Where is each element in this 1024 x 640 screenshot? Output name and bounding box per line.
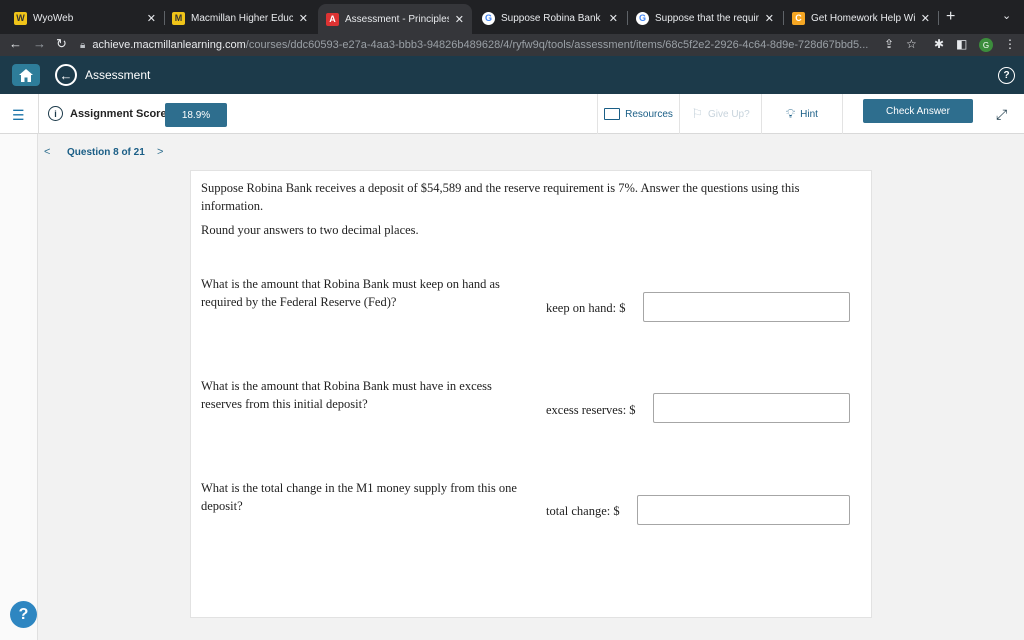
close-icon[interactable]: ✕ [921,12,930,25]
tab-title: Assessment - Principles of [345,13,449,25]
reload-icon[interactable]: ↻ [56,36,67,52]
tab-title: Suppose Robina Bank rece [501,12,603,24]
flag-icon: ⚐ [691,106,703,121]
profile-avatar[interactable]: G [979,38,993,52]
question-card: Suppose Robina Bank receives a deposit o… [190,170,872,618]
lightbulb-icon: 💡︎ [786,106,796,121]
tab-title: WyoWeb [33,12,74,24]
google-favicon-icon: G [636,11,649,25]
address-bar[interactable]: 🔒︎ achieve.macmillanlearning.com/courses… [80,35,920,55]
give-up-label: Give Up? [707,108,750,120]
macmillan-favicon-icon: M [172,11,185,25]
tab-wyoweb[interactable]: W WyoWeb ✕ [6,5,164,31]
score-badge[interactable]: 18.9% [165,103,227,127]
divider [38,94,39,134]
fullscreen-expand-icon[interactable]: ⤢ [996,106,1007,123]
tab-assessment[interactable]: A Assessment - Principles of ✕ [318,4,472,34]
close-icon[interactable]: ✕ [765,12,774,25]
question-part-3-prompt: What is the total change in the M1 money… [201,481,517,513]
excess-reserves-label: excess reserves: $ [546,403,636,417]
url-host: achieve.macmillanlearning.com [92,39,246,51]
previous-question-icon[interactable]: < [44,146,50,158]
close-icon[interactable]: ✕ [455,13,464,26]
question-counter[interactable]: Question 8 of 21 [67,147,145,158]
wyoweb-favicon-icon: W [14,11,27,25]
back-arrow-icon[interactable]: ← [9,36,22,51]
tab-suppose-required[interactable]: G Suppose that the required ✕ [628,5,782,31]
close-icon[interactable]: ✕ [299,12,308,25]
close-icon[interactable]: ✕ [147,12,156,25]
tab-suppose-robina[interactable]: G Suppose Robina Bank rece ✕ [474,5,626,31]
resources-label: Resources [625,108,673,120]
question-list-icon[interactable]: ☰ [12,107,25,124]
next-question-icon[interactable]: > [157,146,163,158]
lock-icon: 🔒︎ [80,39,86,51]
resources-button[interactable]: Resources [597,94,679,134]
rounding-instructions: Round your answers to two decimal places… [201,223,419,237]
tab-title: Macmillan Higher Educatio [191,12,293,24]
browser-toolbar: ← → ↻ 🔒︎ achieve.macmillanlearning.com/c… [0,34,1024,56]
tab-title: Get Homework Help With C [811,12,915,24]
home-icon [19,68,33,82]
question-part-1-prompt: What is the amount that Robina Bank must… [201,277,500,309]
assignment-toolbar: ☰ i Assignment Score: 18.9% Resources ⚐ … [0,94,1024,134]
keep-on-hand-input[interactable] [643,292,850,322]
extensions-puzzle-icon[interactable]: ✱ [934,37,944,51]
hint-label: Hint [800,108,818,120]
total-change-label: total change: $ [546,504,620,518]
question-intro: Suppose Robina Bank receives a deposit o… [201,181,800,213]
help-question-icon[interactable]: ? [998,67,1015,84]
score-label: Assignment Score: [70,108,171,120]
info-icon[interactable]: i [48,106,63,121]
close-icon[interactable]: ✕ [609,12,618,25]
give-up-button[interactable]: ⚐ Give Up? [679,94,761,134]
page-title: Assessment [85,68,151,82]
hint-button[interactable]: 💡︎ Hint [761,94,843,134]
question-part-2-prompt: What is the amount that Robina Bank must… [201,379,492,411]
share-icon[interactable]: ⇪ [884,37,894,51]
google-favicon-icon: G [482,11,495,25]
new-tab-plus-icon[interactable]: + [946,8,955,26]
help-bubble-icon[interactable]: ? [10,601,37,628]
keep-on-hand-label: keep on hand: $ [546,301,626,315]
total-change-input[interactable] [637,495,850,525]
tab-macmillan[interactable]: M Macmillan Higher Educatio ✕ [164,5,316,31]
home-button[interactable] [12,64,40,86]
url-path: /courses/ddc60593-e27a-4aa3-bbb3-94826b4… [245,39,869,51]
excess-reserves-input[interactable] [653,393,850,423]
folder-icon [604,108,621,120]
chegg-favicon-icon: C [792,11,805,25]
app-header: ← Assessment ? [0,56,1024,94]
tab-search-chevron-icon[interactable]: ⌄ [1002,9,1011,22]
kebab-menu-icon[interactable]: ⋮ [1004,37,1016,51]
check-answer-button[interactable]: Check Answer [863,99,973,123]
forward-arrow-icon[interactable]: → [33,36,46,51]
back-arrow-circle-icon[interactable]: ← [55,64,77,86]
tab-title: Suppose that the required [655,12,759,24]
bookmark-star-icon[interactable]: ☆ [906,37,917,51]
assessment-favicon-icon: A [326,12,339,26]
left-rail [0,134,38,640]
tab-homework-help[interactable]: C Get Homework Help With C ✕ [784,5,938,31]
browser-tab-strip: W WyoWeb ✕ M Macmillan Higher Educatio ✕… [0,0,1024,34]
tab-separator [938,11,939,25]
side-panel-icon[interactable]: ◧ [956,37,967,51]
